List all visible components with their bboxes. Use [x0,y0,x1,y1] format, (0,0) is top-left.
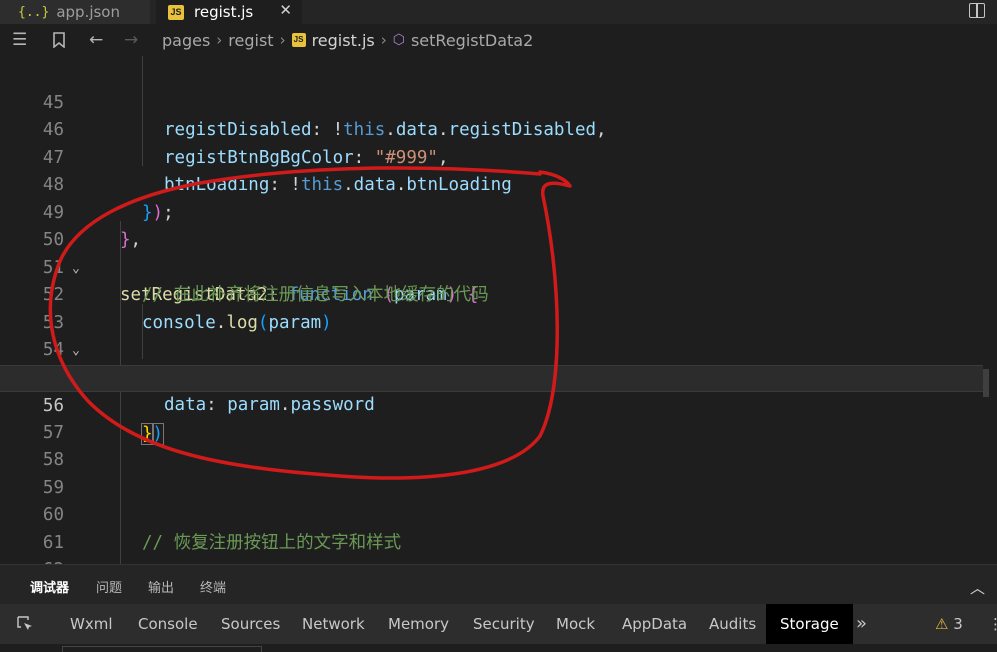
tab-problems[interactable]: 问题 [96,565,122,605]
chevron-right-icon: › [380,31,387,49]
code-editor[interactable]: 45 registDisabled: !this.data.registDisa… [0,56,997,564]
code-line: 52 console.log(param) [0,255,997,333]
devtools-toolbar: Wxml Console Sources Network Memory Secu… [0,604,997,644]
code-line: 58 [0,420,997,470]
code-line: 57 [0,392,997,443]
vertical-more-icon[interactable]: ⋮ [988,604,997,644]
code-line: 59 [0,447,997,498]
tool-console[interactable]: Console [138,604,198,644]
breadcrumb-item[interactable]: regist [228,31,273,50]
chevron-right-icon: › [279,31,286,49]
breadcrumb-item[interactable]: regist.js [312,31,375,50]
tool-sources[interactable]: Sources [221,604,280,644]
tool-audits[interactable]: Audits [709,604,756,644]
breadcrumb-item[interactable]: pages [162,31,210,50]
tool-memory[interactable]: Memory [388,604,449,644]
tool-appdata[interactable]: AppData [622,604,687,644]
tab-output[interactable]: 输出 [148,565,174,605]
code-line: 45 registDisabled: !this.data.registDisa… [0,62,997,141]
code-line: 55 data: param.password [0,337,997,416]
code-line: 60 // 恢复注册按钮上的文字和样式 [0,475,997,553]
back-arrow-icon[interactable]: ← [89,24,103,56]
code-line: 48 }); [0,145,997,223]
tool-network[interactable]: Network [302,604,365,644]
tool-storage[interactable]: Storage [766,604,853,644]
scroll-marker [983,369,989,397]
line-number: 62 [0,557,64,564]
warning-count: 3 [953,615,963,633]
forward-arrow-icon[interactable]: → [124,24,138,56]
chevron-up-icon[interactable]: ︿ [970,577,985,598]
tool-wxml[interactable]: Wxml [70,604,113,644]
code-line: 61 ⌄ this.setData({ [0,502,997,565]
inspect-element-icon[interactable] [16,615,34,633]
js-file-icon: JS [168,4,184,20]
tool-security[interactable]: Security [473,604,535,644]
tab-label: regist.js [194,3,254,21]
more-tools-icon[interactable]: » [856,604,867,644]
tab-terminal[interactable]: 终端 [200,565,226,605]
split-editor-icon[interactable] [969,3,985,18]
tab-debugger[interactable]: 调试器 [30,565,69,605]
warning-indicator[interactable]: ⚠ 3 [935,604,963,644]
code-line: 62 registBtnTxt: "注册", [0,530,997,564]
editor-tab-bar: {..} app.json JS regist.js ✕ [0,0,997,24]
js-file-icon: JS [291,33,306,47]
chevron-right-icon: › [216,31,223,49]
method-cube-icon: ⬡ [392,32,405,48]
tool-mock[interactable]: Mock [556,604,595,644]
current-line: 56 }) [0,364,997,445]
breadcrumb: pages › regist › JS regist.js › ⬡ setReg… [162,24,533,56]
editor-scrollbar[interactable] [983,56,997,564]
warning-icon: ⚠ [935,615,949,633]
bookmark-icon[interactable] [52,24,66,56]
tab-label: app.json [56,3,120,21]
breadcrumb-bar: ☰ ← → pages › regist › JS regist.js › ⬡ … [0,24,997,56]
code-line: 47 btnLoading: !this.data.btnLoading [0,117,997,196]
filter-input-edge[interactable] [62,646,262,652]
breadcrumb-item[interactable]: setRegistData2 [411,31,533,50]
code-line: 53 ⌄ wx.setStorage({ [0,282,997,388]
code-line: 50 ⌄ setRegistData2: function (param) { [0,200,997,305]
code-line: 54 key: param.username.trim(), [0,310,997,388]
tab-app-json[interactable]: {..} app.json [0,0,150,24]
tab-regist-js[interactable]: JS regist.js ✕ [156,0,302,24]
code-line: 49 }, [0,172,997,251]
fold-chevron-icon[interactable]: ⌄ [72,557,80,564]
json-file-icon: {..} [18,4,50,20]
close-icon[interactable]: ✕ [279,1,292,19]
devtools-panel-tabs: 调试器 问题 输出 终端 ︿ [0,564,997,604]
code-line: 51 // 在此补齐将注册信息写入本地缓存的代码 [0,227,997,306]
list-icon[interactable]: ☰ [12,24,27,56]
code-line: 46 registBtnBgBgColor: "#999", [0,90,997,168]
